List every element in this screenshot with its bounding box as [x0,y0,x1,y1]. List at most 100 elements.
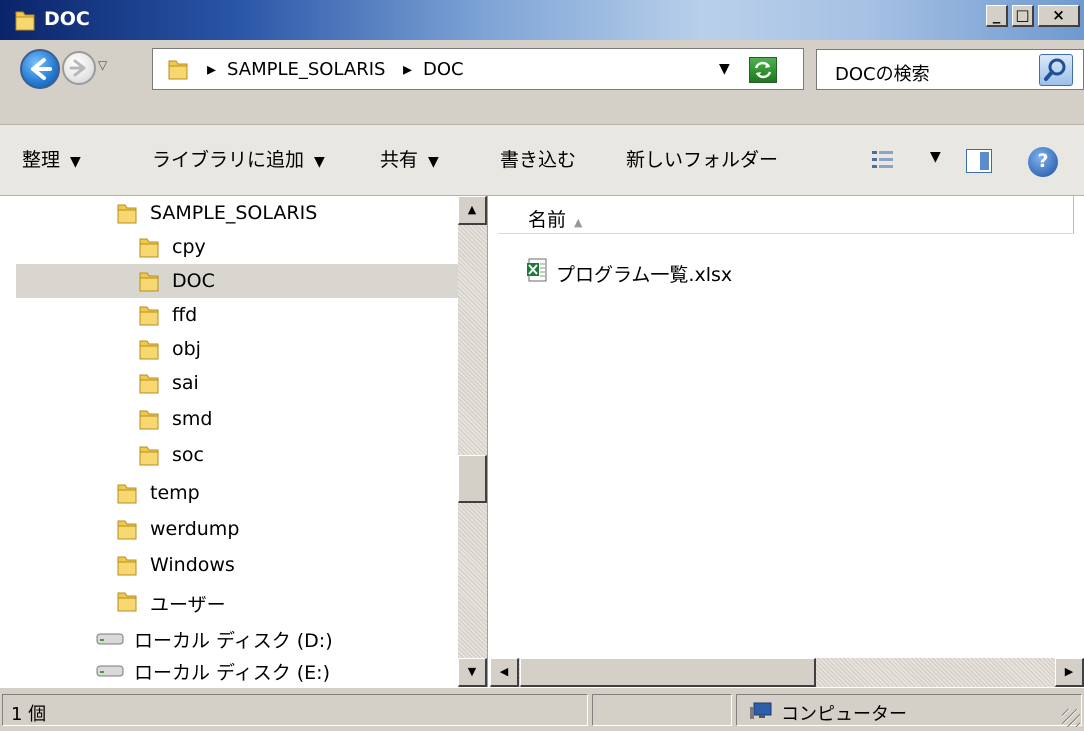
tree-item-temp[interactable]: temp [0,476,464,510]
tree-item-label: ffd [172,304,198,326]
tree-item-drive-d[interactable]: ローカル ディスク (D:) [0,620,464,654]
tree-item-label: obj [172,338,201,360]
maximize-button[interactable]: □ [1012,5,1034,27]
help-icon[interactable]: ? [1028,147,1058,177]
name-column-label: 名前 [528,209,567,231]
scroll-left-button[interactable]: ◀ [490,658,519,687]
hard-drive-icon [96,633,124,645]
add-to-library-label: ライブラリに追加 [152,149,305,171]
item-count: 1 個 [11,704,47,725]
folder-icon [117,556,137,576]
title-bar[interactable]: DOC _ □ × [0,0,1084,40]
folder-icon [139,306,159,326]
view-dropdown[interactable]: ▼ [930,149,941,165]
tree-item-ffd[interactable]: ffd [0,298,464,332]
hard-drive-icon [96,665,124,677]
back-button[interactable] [20,49,60,89]
folder-icon [117,204,137,224]
location-label: コンピューター [781,704,907,725]
folder-icon [139,238,159,258]
folder-icon [15,11,35,31]
address-history-dropdown[interactable]: ▼ [719,61,730,77]
scroll-right-button[interactable]: ▶ [1055,658,1084,687]
navigation-pane: SAMPLE_SOLARIS cpy DOC ffd obj sai smd s… [0,196,488,687]
status-count-cell: 1 個 [2,694,588,726]
column-header-label: 名前 ▲ [528,205,582,232]
tree-item-cpy[interactable]: cpy [0,230,464,264]
folder-icon [139,272,159,292]
preview-pane-icon [980,152,989,170]
folder-icon [117,520,137,540]
search-button[interactable] [1039,54,1073,86]
tree-item-label: cpy [172,236,206,258]
status-bar: 1 個 コンピューター [0,687,1084,731]
view-options-icon[interactable] [871,149,895,171]
arrow-left-icon [31,58,52,80]
file-list-pane: 名前 ▲ プログラム一覧.xlsx ◀ ▶ [490,196,1084,687]
chevron-down-icon: ▼ [70,154,81,170]
tree-item-label: smd [172,408,213,430]
tree-item-sai[interactable]: sai [0,366,464,400]
status-empty-cell [592,694,732,726]
organize-menu[interactable]: 整理 ▼ [22,145,81,172]
forward-button[interactable] [62,51,96,85]
excel-icon [527,258,547,282]
search-placeholder: DOCの検索 [835,64,930,85]
add-to-library-menu[interactable]: ライブラリに追加 ▼ [152,145,325,172]
tree-item-label: Windows [150,554,235,576]
tree-item-users[interactable]: ユーザー [0,584,464,618]
folder-icon [168,60,188,80]
file-name: プログラム一覧.xlsx [556,264,733,286]
tree-item-windows[interactable]: Windows [0,548,464,582]
new-folder-button[interactable]: 新しいフォルダー [626,145,778,172]
tree-item-werdump[interactable]: werdump [0,512,464,546]
tree-item-sample-solaris[interactable]: SAMPLE_SOLARIS [0,196,464,230]
minimize-button[interactable]: _ [986,5,1008,27]
recent-pages-dropdown[interactable]: ▽ [98,58,114,76]
share-menu[interactable]: 共有 ▼ [380,145,439,172]
status-location-cell: コンピューター [736,694,1082,726]
tree-item-label: ローカル ディスク (D:) [134,630,333,652]
scroll-up-button[interactable]: ▲ [458,196,487,225]
folder-icon [139,374,159,394]
search-icon [1044,58,1066,81]
close-button[interactable]: × [1038,5,1080,27]
tree-item-smd[interactable]: smd [0,402,464,436]
tree-item-label: werdump [150,518,240,540]
refresh-button[interactable] [749,57,777,83]
content-horizontal-scrollbar[interactable]: ◀ ▶ [490,658,1084,687]
file-item[interactable]: プログラム一覧.xlsx [526,256,826,286]
tree-item-obj[interactable]: obj [0,332,464,366]
tree-item-soc[interactable]: soc [0,438,464,472]
folder-icon [139,340,159,360]
scroll-thumb[interactable] [458,455,487,503]
breadcrumb-doc[interactable]: DOC [423,59,464,80]
name-column-header[interactable]: 名前 ▲ [498,196,1074,234]
tree-item-label: temp [150,482,200,504]
chevron-down-icon: ▼ [314,154,325,170]
sort-ascending-icon: ▲ [574,216,583,229]
tree-item-label: ローカル ディスク (E:) [134,662,330,684]
tree-item-drive-e[interactable]: ローカル ディスク (E:) [0,652,464,686]
burn-button[interactable]: 書き込む [500,145,576,172]
search-input[interactable]: DOCの検索 [816,49,1084,90]
breadcrumb-separator[interactable]: ▸ [403,59,412,80]
folder-icon [117,592,137,612]
folder-icon [139,446,159,466]
address-row: ▽ ▸ SAMPLE_SOLARIS ▸ DOC ▼ DOCの検索 [0,40,1084,124]
folder-icon [117,484,137,504]
tree-item-label: sai [172,372,199,394]
refresh-icon [754,61,772,79]
preview-pane-button[interactable] [966,149,992,173]
breadcrumb-separator[interactable]: ▸ [207,59,216,80]
breadcrumb-sample-solaris[interactable]: SAMPLE_SOLARIS [227,59,385,80]
navigation-vertical-scrollbar[interactable]: ▲ ▼ [458,196,487,687]
folder-icon [139,410,159,430]
scroll-down-button[interactable]: ▼ [458,658,487,687]
window-title: DOC [44,8,90,30]
address-bar[interactable]: ▸ SAMPLE_SOLARIS ▸ DOC ▼ [152,48,804,90]
resize-grip[interactable] [1062,709,1080,727]
horizontal-scroll-thumb[interactable] [520,658,816,687]
tree-item-label: ユーザー [150,594,226,616]
tree-item-doc[interactable]: DOC [16,264,458,298]
